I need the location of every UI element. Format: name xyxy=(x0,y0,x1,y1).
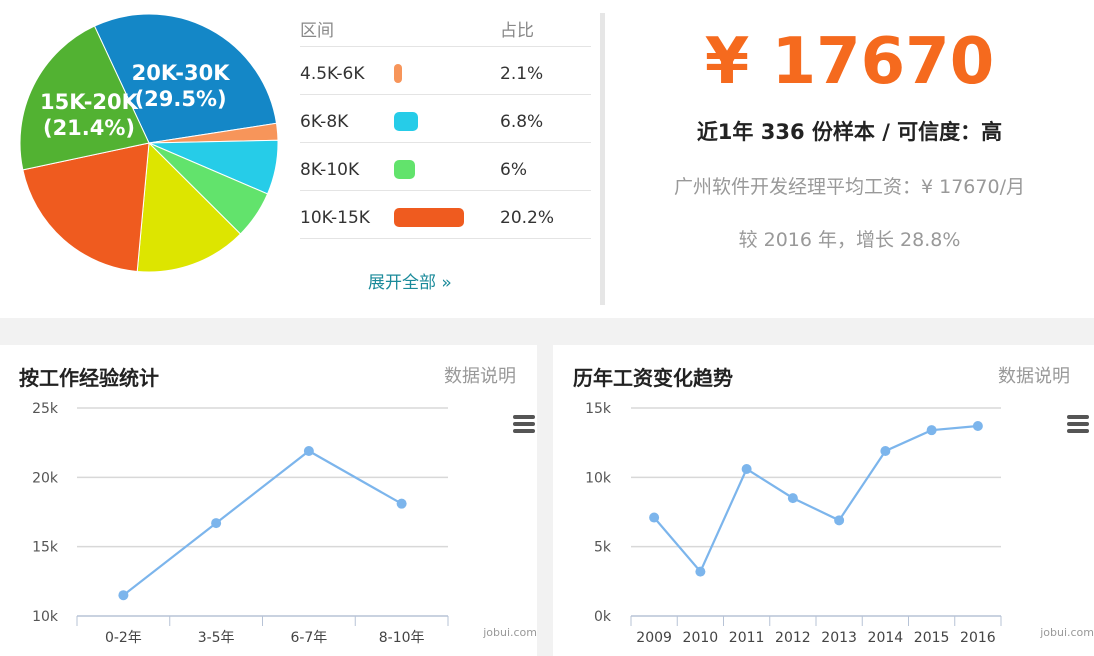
distribution-row: 4.5K-6K 2.1% xyxy=(300,47,591,95)
average-salary-amount: ¥ 17670 xyxy=(704,25,995,99)
data-point[interactable] xyxy=(926,425,937,436)
trend-chart-panel: 0k 5k 10k 15k 2009 2010 2011 2012 2013 2014 2015 20… xyxy=(553,345,1094,656)
trend-chart-title: 历年工资变化趋势 xyxy=(573,366,733,390)
x-tick-label: 2011 xyxy=(729,630,765,646)
y-tick-label: 15k xyxy=(32,540,59,556)
average-salary-text: 广州软件开发经理平均工资：¥ 17670/月 xyxy=(674,176,1025,198)
average-salary-summary: ¥ 17670 近1年 336 份样本 / 可信度：高 广州软件开发经理平均工资… xyxy=(605,0,1094,318)
distribution-range: 10K-15K xyxy=(300,208,370,228)
distribution-row: 6K-8K 6.8% xyxy=(300,95,591,143)
trend-chart-menu-icon[interactable] xyxy=(1067,415,1089,433)
distribution-range: 4.5K-6K xyxy=(300,64,365,84)
data-point[interactable] xyxy=(695,566,706,577)
distribution-bar xyxy=(394,112,418,131)
x-tick-label: 2009 xyxy=(636,630,672,646)
salary-overview: 20K-30K (29.5%) 15K-20K (21.4%) 区间 占比 4.5K-… xyxy=(0,0,1094,318)
distribution-table: 区间 占比 4.5K-6K 2.1% 6K-8K 6.8% 8K-10K 6% 10K-15… xyxy=(300,0,591,239)
y-tick-label: 20k xyxy=(32,470,59,486)
series-line xyxy=(653,424,978,574)
data-point[interactable] xyxy=(649,512,660,523)
data-point[interactable] xyxy=(741,464,752,475)
salary-distribution-pie-chart: 20K-30K(29.5%)15K-20K(21.4%) xyxy=(19,13,279,273)
sample-count-text: 近1年 336 份样本 / 可信度：高 xyxy=(696,120,1003,144)
distribution-row: 8K-10K 6% xyxy=(300,143,591,191)
experience-data-note-link[interactable]: 数据说明 xyxy=(444,362,516,388)
experience-chart-panel: 10k 15k 20k 25k 0-2年 3-5年 6-7年 8-10年 jobui.com 按… xyxy=(0,345,537,656)
trend-data-note-link[interactable]: 数据说明 xyxy=(998,362,1070,388)
experience-chart-menu-icon[interactable] xyxy=(513,415,535,433)
pie-slice-percent: (29.5%) xyxy=(135,87,227,111)
x-tick-label: 2010 xyxy=(683,630,719,646)
pie-slice-label: 20K-30K xyxy=(132,61,231,85)
y-tick-label: 15k xyxy=(585,401,612,417)
distribution-ratio: 6.8% xyxy=(500,112,544,132)
chart-credit: jobui.com xyxy=(482,626,537,639)
data-point[interactable] xyxy=(972,421,983,432)
distribution-bar xyxy=(394,64,402,83)
y-tick-label: 10k xyxy=(32,609,59,625)
data-point[interactable] xyxy=(787,493,798,504)
x-tick-label: 2015 xyxy=(914,630,950,646)
distribution-range: 6K-8K xyxy=(300,112,349,132)
salary-growth-text: 较 2016 年，增长 28.8% xyxy=(738,229,961,251)
x-tick-label: 6-7年 xyxy=(290,630,327,646)
x-tick-label: 2016 xyxy=(960,630,996,646)
x-tick-label: 8-10年 xyxy=(379,630,425,646)
distribution-ratio: 2.1% xyxy=(500,64,544,84)
distribution-row: 10K-15K 20.2% xyxy=(300,191,591,239)
data-point[interactable] xyxy=(211,518,222,529)
distribution-bar xyxy=(394,160,415,179)
data-point[interactable] xyxy=(118,590,129,601)
expand-all-link[interactable]: 展开全部 » xyxy=(368,268,452,293)
pie-slice-percent: (21.4%) xyxy=(43,116,135,140)
data-point[interactable] xyxy=(880,445,891,456)
series-line xyxy=(122,449,403,597)
y-tick-label: 10k xyxy=(585,470,612,486)
data-point[interactable] xyxy=(396,498,407,509)
experience-line-chart: 10k 15k 20k 25k 0-2年 3-5年 6-7年 8-10年 jobui.com xyxy=(32,401,537,646)
chart-credit: jobui.com xyxy=(1039,626,1094,639)
distribution-ratio: 6% xyxy=(500,160,527,180)
distribution-bar xyxy=(394,208,464,227)
y-tick-label: 25k xyxy=(32,401,59,417)
x-tick-label: 3-5年 xyxy=(198,630,235,646)
distribution-table-header: 区间 占比 xyxy=(300,0,591,47)
distribution-range: 8K-10K xyxy=(300,160,360,180)
ratio-column-header: 占比 xyxy=(500,21,534,41)
x-tick-label: 2012 xyxy=(775,630,811,646)
y-tick-label: 0k xyxy=(594,609,612,625)
y-tick-label: 5k xyxy=(594,540,612,556)
yearly-trend-line-chart: 0k 5k 10k 15k 2009 2010 2011 2012 2013 2014 2015 20… xyxy=(585,401,1094,646)
x-tick-label: 0-2年 xyxy=(105,630,142,646)
x-tick-label: 2013 xyxy=(821,630,857,646)
data-point[interactable] xyxy=(303,445,314,456)
x-tick-label: 2014 xyxy=(868,630,904,646)
range-column-header: 区间 xyxy=(300,21,334,41)
distribution-ratio: 20.2% xyxy=(500,208,555,228)
data-point[interactable] xyxy=(834,515,845,526)
pie-slice-label: 15K-20K xyxy=(40,90,139,114)
experience-chart-title: 按工作经验统计 xyxy=(19,366,159,390)
